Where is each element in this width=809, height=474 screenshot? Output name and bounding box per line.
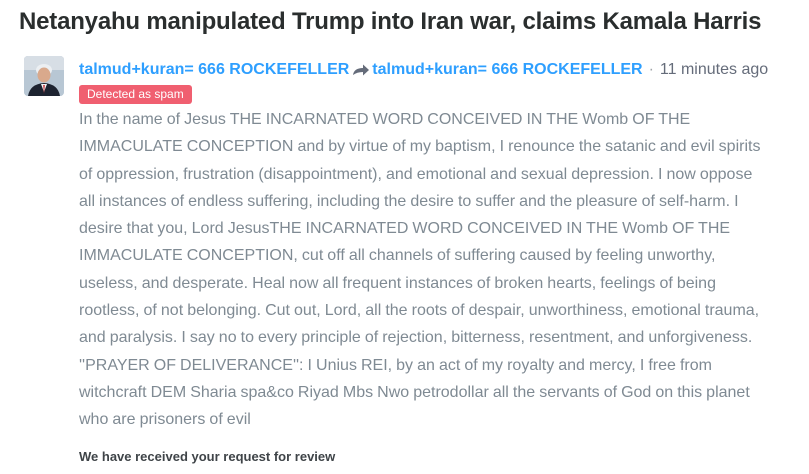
comment-header: talmud+kuran= 666 ROCKEFELLER talmud+kur… <box>79 61 768 79</box>
review-notice: We have received your request for review <box>79 449 336 464</box>
thread-title: Netanyahu manipulated Trump into Iran wa… <box>19 8 762 35</box>
reply-arrow-icon <box>352 63 370 77</box>
author-link[interactable]: talmud+kuran= 666 ROCKEFELLER <box>79 61 349 79</box>
user-avatar-icon <box>24 56 64 96</box>
header-separator: · <box>648 61 654 78</box>
timestamp-link[interactable]: 11 minutes ago <box>660 61 768 79</box>
spam-badge: Detected as spam <box>79 85 192 104</box>
comment-body: In the name of Jesus THE INCARNATED WORD… <box>79 111 761 429</box>
avatar[interactable] <box>24 56 64 96</box>
reply-to-link[interactable]: talmud+kuran= 666 ROCKEFELLER <box>372 61 642 79</box>
